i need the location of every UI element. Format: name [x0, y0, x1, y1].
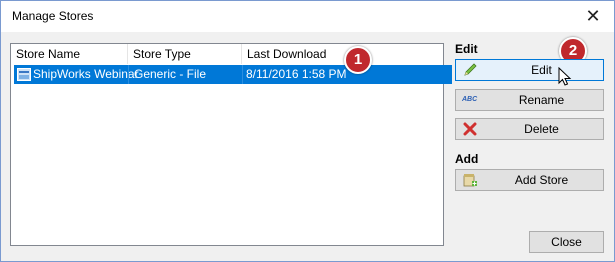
add-store-button[interactable]: Add Store	[455, 169, 604, 191]
rename-button-label: Rename	[518, 93, 565, 107]
cell-store-name: ShipWorks Webinar	[33, 67, 139, 81]
cell-last-download: 8/11/2016 1:58 PM	[246, 67, 347, 81]
close-window-icon[interactable]: ✕	[579, 5, 607, 27]
cell-divider	[128, 65, 129, 84]
delete-button-label: Delete	[524, 122, 559, 136]
annotation-badge-1: 1	[344, 46, 372, 74]
cell-store-type: Generic - File	[134, 67, 207, 81]
rename-button[interactable]: ABC Rename	[455, 89, 604, 111]
cell-divider	[242, 65, 243, 84]
close-button[interactable]: Close	[529, 231, 604, 253]
add-section-label: Add	[455, 152, 479, 166]
table-row[interactable]: ShipWorks Webinar Generic - File 8/11/20…	[14, 65, 452, 84]
add-store-button-label: Add Store	[514, 173, 569, 187]
store-icon	[17, 68, 31, 81]
title-bar: Manage Stores ✕	[1, 1, 614, 32]
list-header: Store Name Store Type Last Download	[11, 44, 443, 64]
column-store-type[interactable]: Store Type	[128, 44, 242, 64]
manage-stores-dialog: Manage Stores ✕ Store Name Store Type La…	[0, 0, 615, 262]
column-store-name[interactable]: Store Name	[11, 44, 128, 64]
stores-list[interactable]: Store Name Store Type Last Download Ship…	[10, 43, 452, 246]
window-title: Manage Stores	[12, 9, 94, 23]
edit-button[interactable]: Edit	[455, 59, 604, 81]
mouse-cursor-icon	[558, 67, 572, 86]
column-last-download[interactable]: Last Download	[242, 44, 442, 64]
edit-section-label: Edit	[455, 42, 478, 56]
delete-button[interactable]: Delete	[455, 118, 604, 140]
edit-button-label: Edit	[531, 63, 552, 77]
